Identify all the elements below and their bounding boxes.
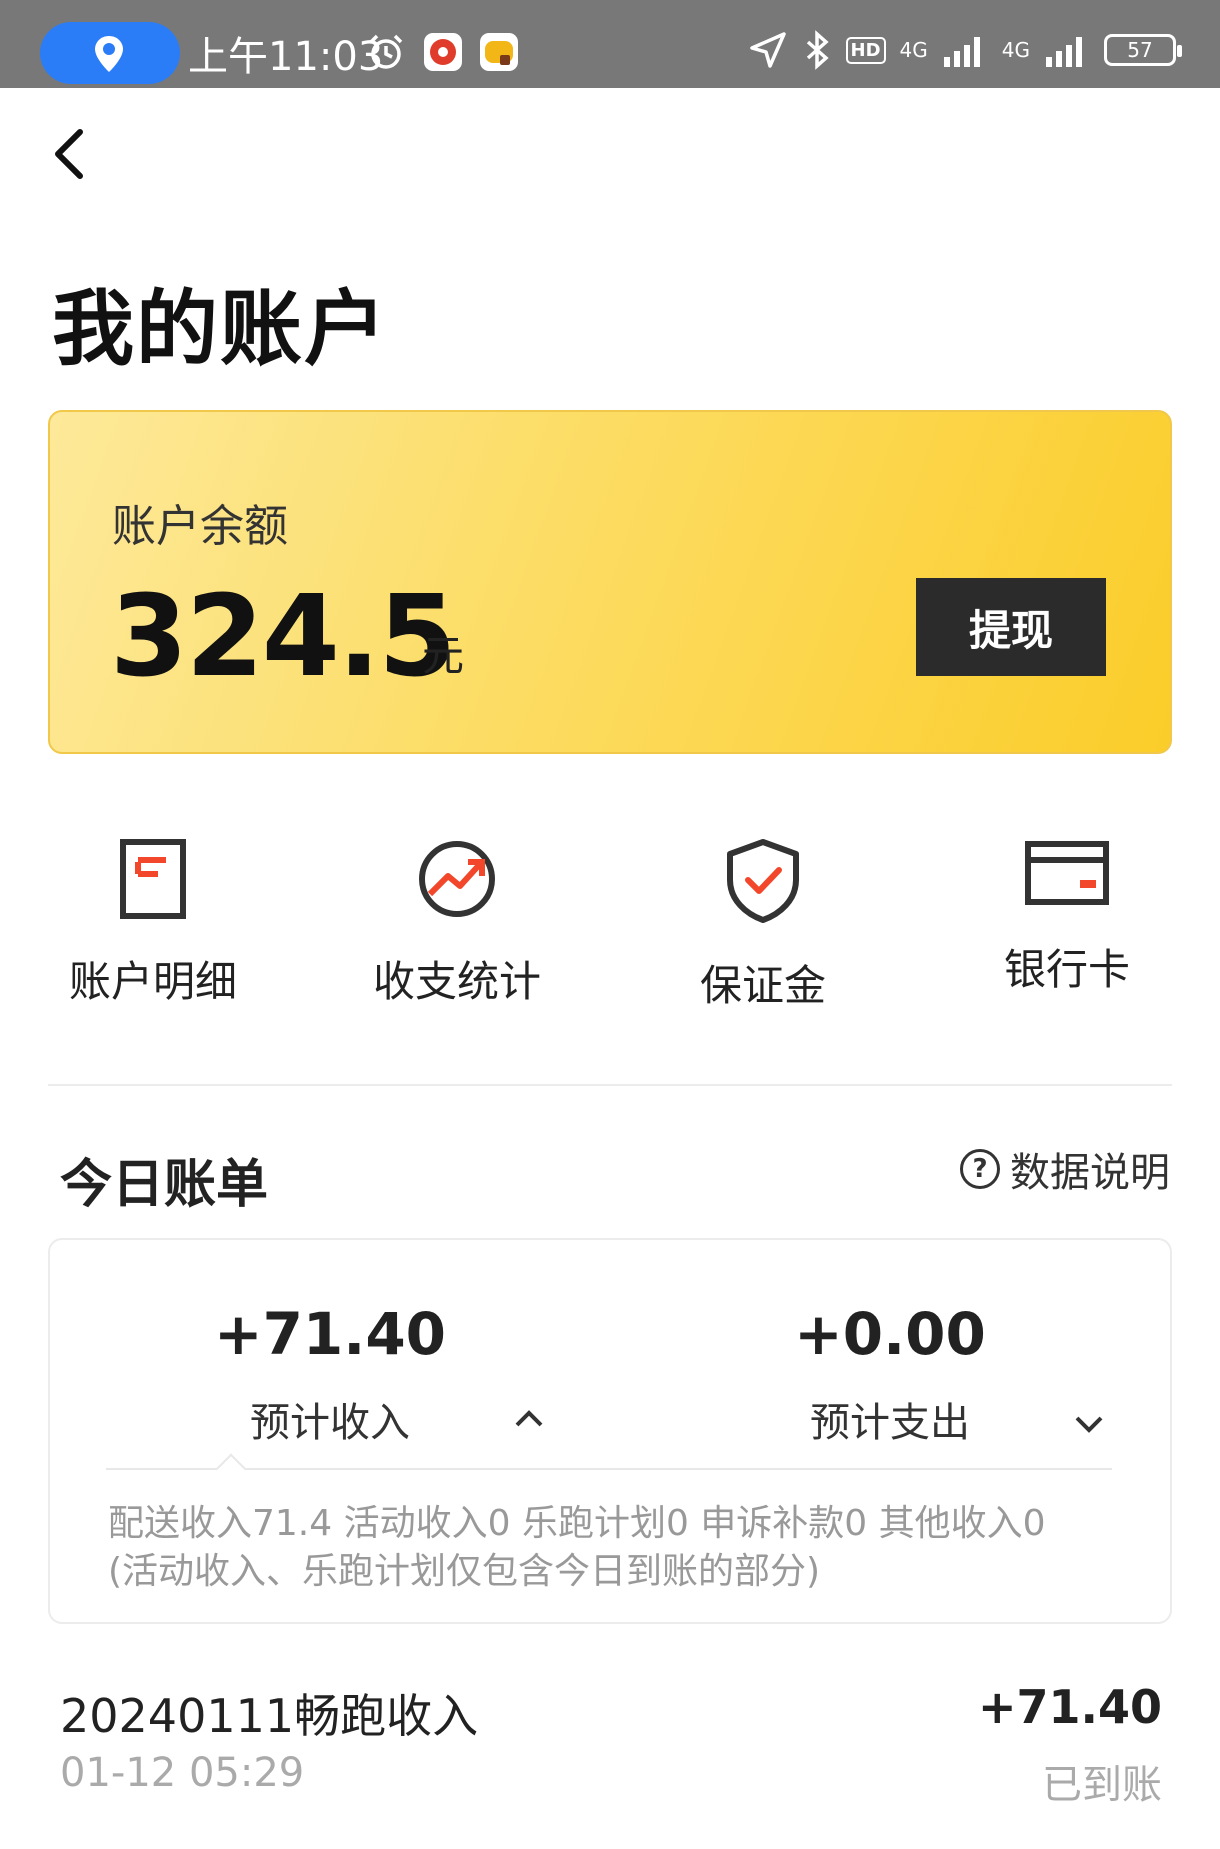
expense-stat[interactable]: +0.00 预计支出 <box>740 1300 1040 1448</box>
status-time: 上午11:03 <box>188 34 384 80</box>
bank-card-icon <box>1025 841 1109 905</box>
income-label: 预计收入 <box>250 1400 410 1446</box>
balance-label: 账户余额 <box>112 501 288 552</box>
transaction-time: 01-12 05:29 <box>60 1750 305 1796</box>
document-icon <box>120 839 186 919</box>
shortcut-account-details[interactable]: 账户明细 <box>38 838 268 1018</box>
shortcut-bank-card[interactable]: 银行卡 <box>952 838 1182 1018</box>
data-description-link[interactable]: ? 数据说明 <box>960 1140 1170 1198</box>
expense-value: +0.00 <box>794 1300 986 1368</box>
navigation-arrow-icon <box>749 32 786 68</box>
alarm-icon <box>369 34 403 69</box>
shortcut-label: 银行卡 <box>1003 945 1130 994</box>
shield-check-icon <box>727 839 799 923</box>
signal-icon <box>1046 37 1082 67</box>
bill-summary-card: +71.40 预计收入 +0.00 预计支出 配送收入71.4 活动收入0 乐跑… <box>48 1238 1172 1624</box>
data-description-label: 数据说明 <box>1010 1150 1170 1196</box>
battery-icon: 57 <box>1104 34 1182 66</box>
back-button[interactable] <box>44 124 94 184</box>
expand-pointer <box>215 1453 247 1485</box>
network-type-2: 4G <box>1001 38 1030 62</box>
status-bar: 上午11:03 HD 4G 4G 57 <box>0 0 1220 88</box>
shortcut-label: 账户明细 <box>68 957 237 1006</box>
location-indicator[interactable] <box>40 22 180 84</box>
bluetooth-icon <box>806 30 829 70</box>
hd-voice-icon: HD <box>845 36 886 64</box>
location-pin-icon <box>95 36 123 72</box>
balance-value: 324.5 <box>110 572 456 702</box>
transaction-status: 已到账 <box>1042 1762 1162 1808</box>
section-title: 今日账单 <box>60 1155 269 1215</box>
chevron-up-icon[interactable] <box>512 1406 546 1430</box>
shortcut-income-stats[interactable]: 收支统计 <box>342 838 572 1018</box>
income-value: +71.40 <box>213 1300 447 1368</box>
app-notification-icon <box>480 33 518 71</box>
page-title: 我的账户 <box>52 282 389 377</box>
balance-unit: 元 <box>422 631 465 680</box>
transaction-title: 20240111畅跑收入 <box>60 1689 479 1743</box>
trend-icon <box>419 841 495 917</box>
income-stat[interactable]: +71.40 预计收入 <box>180 1300 480 1448</box>
bill-divider <box>106 1468 1112 1470</box>
withdraw-button[interactable]: 提现 <box>916 578 1106 676</box>
expense-label: 预计支出 <box>810 1400 970 1446</box>
income-breakdown-note: (活动收入、乐跑计划仅包含今日到账的部分) <box>108 1551 821 1592</box>
question-icon: ? <box>960 1149 1000 1189</box>
chevron-left-icon <box>55 129 83 179</box>
income-breakdown: 配送收入71.4 活动收入0 乐跑计划0 申诉补款0 其他收入0 (活动收入、乐… <box>108 1500 1108 1596</box>
shortcut-deposit[interactable]: 保证金 <box>648 838 878 1018</box>
network-type-1: 4G <box>899 38 928 62</box>
signal-icon <box>943 37 980 67</box>
divider <box>48 1084 1172 1086</box>
shortcut-label: 收支统计 <box>372 957 541 1006</box>
income-breakdown-line: 配送收入71.4 活动收入0 乐跑计划0 申诉补款0 其他收入0 <box>108 1503 1046 1544</box>
shortcut-label: 保证金 <box>699 961 826 1010</box>
chevron-down-icon[interactable] <box>1072 1412 1106 1436</box>
app-notification-icon <box>424 33 462 71</box>
transaction-amount: +71.40 <box>977 1680 1162 1734</box>
balance-card: 账户余额 324.5 元 提现 <box>48 410 1172 754</box>
